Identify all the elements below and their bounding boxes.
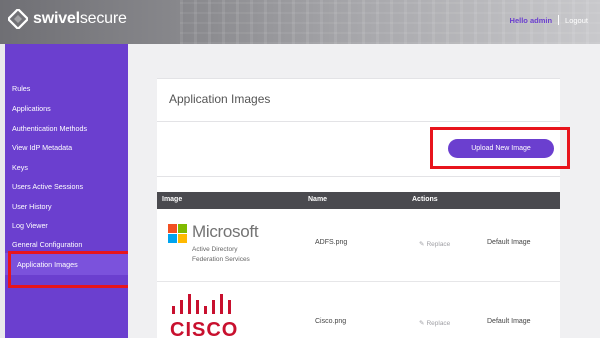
column-header-actions: Actions xyxy=(412,196,438,203)
pencil-icon: ✎ xyxy=(419,241,425,248)
logo-subtitle-1: Active Directory xyxy=(192,246,238,253)
logo-text: swivelsecure xyxy=(33,10,127,27)
sidebar-item-authentication-methods[interactable]: Authentication Methods xyxy=(12,124,87,133)
replace-link[interactable]: ✎ Replace xyxy=(419,240,451,249)
sidebar-item-user-history[interactable]: User History xyxy=(12,202,52,211)
sidebar-item-applications[interactable]: Applications xyxy=(12,104,51,113)
logout-link[interactable]: Logout xyxy=(565,16,588,25)
sidebar-item-rules[interactable]: Rules xyxy=(12,84,30,93)
card-top-divider xyxy=(157,78,560,79)
column-header-name: Name xyxy=(308,196,328,203)
sidebar-item-log-viewer[interactable]: Log Viewer xyxy=(12,221,48,230)
sidebar-item-view-idp-metadata[interactable]: View IdP Metadata xyxy=(12,143,72,152)
swivel-logo-icon xyxy=(8,9,28,29)
sidebar-item-general-configuration[interactable]: General Configuration xyxy=(12,240,82,249)
top-header: swivelsecure Hello admin Logout xyxy=(0,0,600,44)
table-header xyxy=(157,192,560,209)
image-name-cell: Cisco.png xyxy=(315,318,347,325)
replace-link[interactable]: ✎ Replace xyxy=(419,319,451,328)
image-name-cell: ADFS.png xyxy=(315,239,348,246)
row-divider xyxy=(157,281,560,282)
cisco-logo: CISCO xyxy=(168,294,263,338)
highlight-box-upload xyxy=(430,127,570,169)
replace-label: Replace xyxy=(426,319,451,327)
toolbar-divider xyxy=(157,176,560,177)
sidebar-item-keys[interactable]: Keys xyxy=(12,163,28,172)
microsoft-wordmark: Microsoft xyxy=(192,222,259,241)
highlight-box-sidebar xyxy=(8,251,147,288)
hello-admin-link[interactable]: Hello admin xyxy=(510,16,553,25)
page-title: Application Images xyxy=(169,92,271,106)
user-area: Hello admin Logout xyxy=(510,15,588,25)
default-image-cell: Default Image xyxy=(487,318,531,325)
title-divider xyxy=(157,121,560,122)
logo-subtitle-2: Federation Services xyxy=(192,256,250,263)
column-header-image: Image xyxy=(162,196,183,203)
microsoft-windows-icon xyxy=(168,224,188,244)
swivelsecure-logo[interactable]: swivelsecure xyxy=(8,9,127,29)
sidebar-item-users-active-sessions[interactable]: Users Active Sessions xyxy=(12,182,83,191)
pencil-icon: ✎ xyxy=(419,320,425,327)
cisco-bars-icon xyxy=(172,294,231,314)
header-divider xyxy=(558,15,560,25)
microsoft-adfs-logo: Microsoft Active Directory Federation Se… xyxy=(168,222,278,266)
replace-label: Replace xyxy=(426,240,451,248)
cisco-wordmark: CISCO xyxy=(170,319,239,338)
default-image-cell: Default Image xyxy=(487,239,531,246)
